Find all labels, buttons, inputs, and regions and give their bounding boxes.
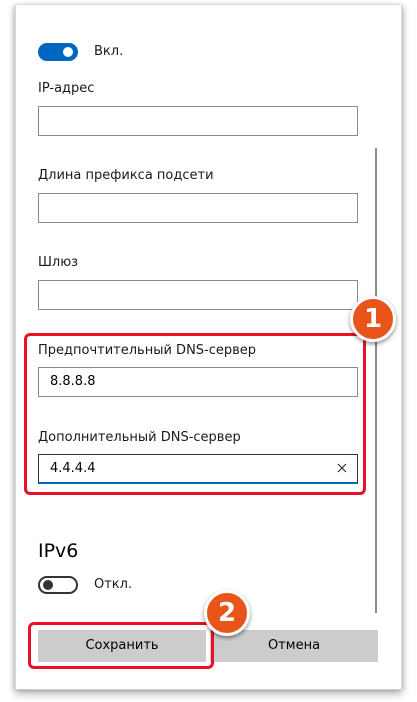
toggle-knob [63, 47, 73, 57]
save-highlight-box [28, 622, 214, 669]
ipv6-toggle-label: Откл. [94, 577, 133, 592]
ipv6-toggle[interactable] [38, 576, 78, 594]
gateway-label: Шлюз [38, 255, 79, 270]
ip-address-label: IP-адрес [38, 81, 95, 96]
vertical-scrollbar[interactable] [375, 148, 377, 613]
step-badge-2: 2 [204, 590, 250, 636]
step-badge-1: 1 [350, 296, 396, 342]
ip-address-input[interactable] [38, 106, 358, 136]
screenshot-page: Вкл. IP-адрес Длина префикса подсети Шлю… [0, 0, 417, 702]
dns-highlight-box [24, 333, 366, 495]
toggle-knob [43, 580, 53, 590]
ipv4-toggle-label: Вкл. [94, 44, 124, 59]
subnet-prefix-label: Длина префикса подсети [38, 168, 214, 183]
subnet-prefix-input[interactable] [38, 193, 358, 223]
cancel-button[interactable]: Отмена [210, 630, 378, 662]
ipv6-title: IPv6 [38, 540, 79, 562]
gateway-input[interactable] [38, 280, 358, 310]
ipv4-toggle[interactable] [38, 43, 78, 61]
